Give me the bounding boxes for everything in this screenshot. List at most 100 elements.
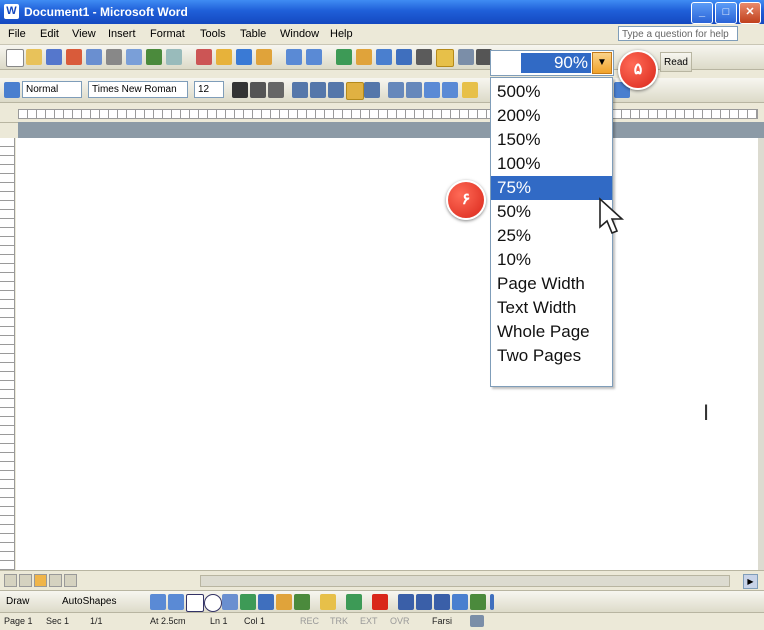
horizontal-ruler[interactable] (0, 106, 764, 123)
research-icon[interactable] (166, 49, 182, 65)
paste-icon[interactable] (236, 49, 252, 65)
arrow-style-icon[interactable] (434, 594, 450, 610)
3d-style-icon[interactable] (470, 594, 486, 610)
autoshapes-menu[interactable]: AutoShapes (62, 596, 117, 607)
rectangle-icon[interactable] (186, 594, 204, 612)
reading-layout-icon[interactable] (64, 574, 77, 587)
read-button[interactable]: Read (660, 52, 692, 72)
zoom-option-25[interactable]: 25% (491, 224, 612, 248)
font-color-draw-icon[interactable] (372, 594, 388, 610)
highlight-icon[interactable] (462, 82, 478, 98)
zoom-option-200[interactable]: 200% (491, 104, 612, 128)
diagram-icon[interactable] (258, 594, 274, 610)
draw-menu[interactable]: Draw (6, 596, 29, 607)
zoom-combobox[interactable]: 90% ▼ (490, 50, 614, 76)
document-map-icon[interactable] (458, 49, 474, 65)
style-select[interactable]: Normal (22, 81, 82, 98)
print-layout-icon[interactable] (34, 574, 47, 587)
font-select[interactable]: Times New Roman (88, 81, 188, 98)
spelling-icon[interactable] (146, 49, 162, 65)
zoom-option-two-pages[interactable]: Two Pages (491, 344, 612, 368)
picture-icon[interactable] (294, 594, 310, 610)
web-layout-icon[interactable] (19, 574, 32, 587)
menu-table[interactable]: Table (240, 28, 266, 40)
zoom-option-100[interactable]: 100% (491, 152, 612, 176)
open-folder-icon[interactable] (26, 49, 42, 65)
menu-help[interactable]: Help (330, 28, 353, 40)
print-preview-icon[interactable] (126, 49, 142, 65)
menu-file[interactable]: File (8, 28, 26, 40)
save-icon[interactable] (46, 49, 62, 65)
columns-icon[interactable] (416, 49, 432, 65)
document-page[interactable]: I (16, 138, 758, 570)
menu-format[interactable]: Format (150, 28, 185, 40)
print-icon[interactable] (106, 49, 122, 65)
vertical-scrollbar[interactable] (758, 138, 764, 570)
help-search-input[interactable]: Type a question for help (618, 26, 738, 41)
redo-icon[interactable] (306, 49, 322, 65)
fill-color-icon[interactable] (320, 594, 336, 610)
status-ext[interactable]: EXT (360, 616, 378, 626)
wordart-icon[interactable] (240, 594, 256, 610)
underline-icon[interactable] (268, 82, 284, 98)
scroll-right-icon[interactable]: ▶ (743, 574, 758, 589)
zoom-option-text-width[interactable]: Text Width (491, 296, 612, 320)
menu-window[interactable]: Window (280, 28, 319, 40)
drawing-icon[interactable] (436, 49, 454, 67)
close-button[interactable]: ✕ (739, 2, 761, 24)
zoom-value[interactable]: 90% (521, 53, 591, 73)
dash-style-icon[interactable] (416, 594, 432, 610)
clip-art-icon[interactable] (276, 594, 292, 610)
zoom-option-page-width[interactable]: Page Width (491, 272, 612, 296)
align-center-icon[interactable] (310, 82, 326, 98)
justify-icon[interactable] (346, 82, 364, 100)
normal-view-icon[interactable] (4, 574, 17, 587)
oval-icon[interactable] (204, 594, 222, 612)
arrow-icon[interactable] (168, 594, 184, 610)
decrease-indent-icon[interactable] (424, 82, 440, 98)
cut-icon[interactable] (196, 49, 212, 65)
status-trk[interactable]: TRK (330, 616, 348, 626)
zoom-dropdown-arrow-icon[interactable]: ▼ (592, 52, 612, 74)
zoom-option-50[interactable]: 50% (491, 200, 612, 224)
tables-borders-icon[interactable] (356, 49, 372, 65)
insert-table-icon[interactable] (376, 49, 392, 65)
zoom-option-whole-page[interactable]: Whole Page (491, 320, 612, 344)
text-box-icon[interactable] (222, 594, 238, 610)
align-left-icon[interactable] (292, 82, 308, 98)
align-right-icon[interactable] (328, 82, 344, 98)
zoom-option-500[interactable]: 500% (491, 80, 612, 104)
numbering-icon[interactable] (388, 82, 404, 98)
line-icon[interactable] (150, 594, 166, 610)
increase-indent-icon[interactable] (442, 82, 458, 98)
maximize-button[interactable]: □ (715, 2, 737, 24)
menu-insert[interactable]: Insert (108, 28, 136, 40)
font-size-select[interactable]: 12 (194, 81, 224, 98)
line-color-icon[interactable] (346, 594, 362, 610)
menu-edit[interactable]: Edit (40, 28, 59, 40)
menu-view[interactable]: View (72, 28, 96, 40)
bold-icon[interactable] (232, 82, 248, 98)
vertical-ruler[interactable] (0, 138, 15, 570)
line-spacing-icon[interactable] (364, 82, 380, 98)
insert-excel-icon[interactable] (396, 49, 412, 65)
copy-icon[interactable] (216, 49, 232, 65)
zoom-option-150[interactable]: 150% (491, 128, 612, 152)
horizontal-scrollbar[interactable] (200, 575, 730, 587)
bullets-icon[interactable] (406, 82, 422, 98)
status-rec[interactable]: REC (300, 616, 319, 626)
status-ovr[interactable]: OVR (390, 616, 410, 626)
shadow-icon[interactable] (452, 594, 468, 610)
styles-formatting-icon[interactable] (4, 82, 20, 98)
new-document-icon[interactable] (6, 49, 24, 67)
outline-view-icon[interactable] (49, 574, 62, 587)
minimize-button[interactable]: _ (691, 2, 713, 24)
line-style-icon[interactable] (398, 594, 414, 610)
zoom-option-75[interactable]: 75% (491, 176, 612, 200)
menu-tools[interactable]: Tools (200, 28, 226, 40)
email-icon[interactable] (86, 49, 102, 65)
undo-icon[interactable] (286, 49, 302, 65)
spelling-status-icon[interactable] (470, 615, 484, 627)
word-app-icon[interactable]: W (4, 4, 19, 19)
hyperlink-icon[interactable] (336, 49, 352, 65)
